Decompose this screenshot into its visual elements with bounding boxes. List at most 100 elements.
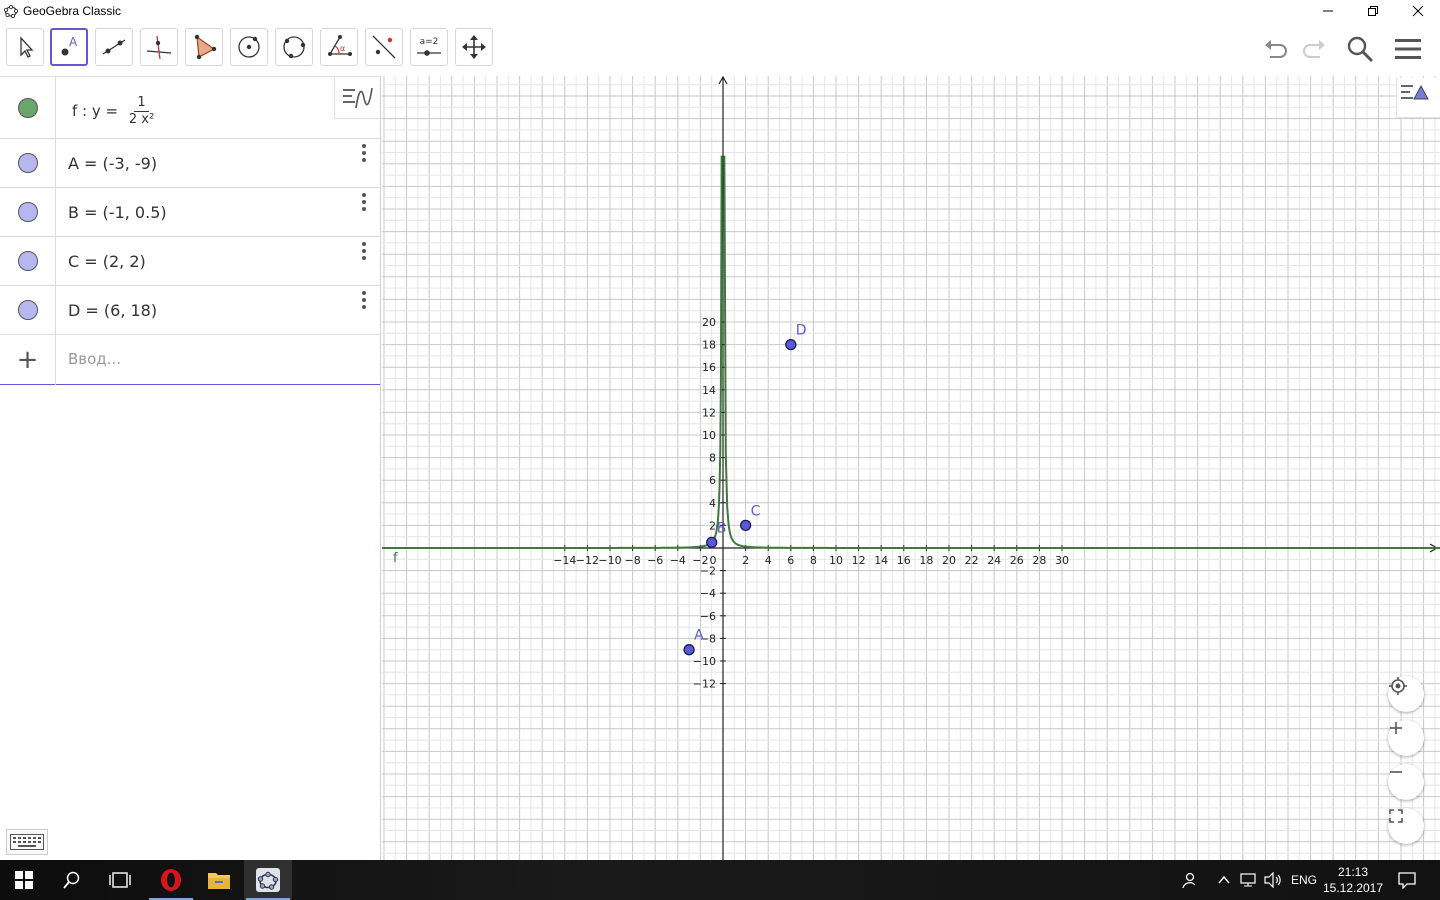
more-options-icon[interactable] xyxy=(356,141,372,165)
graphics-style-button[interactable] xyxy=(1396,78,1440,118)
algebra-row-point-c[interactable]: C = (2, 2) xyxy=(0,237,380,286)
algebra-row-function[interactable]: f : y = 1 2 x² xyxy=(0,77,380,139)
graphics-view[interactable]: −14 −12 −10 −8 −6 −4 −2 0 2 4 6 8 10 12 14 16 18 20 22 24 26… xyxy=(382,76,1440,860)
point-definition[interactable]: C = (2, 2) xyxy=(68,252,146,271)
reflect-tool-button[interactable] xyxy=(365,28,403,66)
title-bar: GeoGebra Classic xyxy=(0,0,1440,22)
y-tick-label: 12 xyxy=(702,406,716,419)
visibility-toggle[interactable] xyxy=(0,188,56,236)
clock-date: 15.12.2017 xyxy=(1322,881,1384,895)
close-button[interactable] xyxy=(1395,0,1440,22)
graphics-canvas[interactable]: −14 −12 −10 −8 −6 −4 −2 0 2 4 6 8 10 12 14 16 18 20 22 24 26… xyxy=(382,76,1440,860)
task-view-icon xyxy=(109,872,131,888)
visibility-toggle[interactable] xyxy=(0,286,56,334)
point-definition[interactable]: D = (6, 18) xyxy=(68,301,157,320)
zoom-out-button[interactable] xyxy=(1388,764,1424,800)
hamburger-menu-icon xyxy=(1395,39,1421,59)
undo-icon xyxy=(1265,40,1287,58)
zoom-out-icon xyxy=(1390,771,1402,773)
volume-button[interactable] xyxy=(1264,860,1282,900)
perpendicular-icon xyxy=(146,35,172,60)
angle-icon: α xyxy=(328,35,352,56)
geogebra-icon xyxy=(256,868,280,892)
visibility-toggle[interactable] xyxy=(0,77,56,138)
geogebra-app-icon xyxy=(4,4,18,18)
taskbar-opera[interactable] xyxy=(147,860,195,900)
function-marble[interactable] xyxy=(17,97,38,118)
angle-tool-button[interactable]: α xyxy=(320,28,358,66)
y-tick-label: 10 xyxy=(702,429,716,442)
svg-text:α: α xyxy=(340,44,345,53)
line-tool-button[interactable] xyxy=(95,28,133,66)
graphics-settings-icon xyxy=(1401,84,1429,100)
point-marble[interactable] xyxy=(17,300,38,320)
action-center-button[interactable] xyxy=(1398,860,1416,900)
more-options-icon[interactable] xyxy=(356,190,372,214)
input-field[interactable]: Ввод... xyxy=(68,350,121,368)
algebra-row-point-a[interactable]: A = (-3, -9) xyxy=(0,139,380,188)
point-marble[interactable] xyxy=(17,202,38,222)
function-prefix: f : y = xyxy=(72,102,119,120)
y-tick-label: −2 xyxy=(700,565,716,578)
function-definition[interactable]: f : y = 1 2 x² xyxy=(72,95,156,128)
minimize-button[interactable] xyxy=(1305,0,1350,22)
x-tick-label: −12 xyxy=(576,554,599,567)
point-a xyxy=(683,644,695,656)
standard-view-button[interactable] xyxy=(1388,676,1424,712)
point-tool-button[interactable]: A xyxy=(50,28,88,66)
perpendicular-line-tool-button[interactable] xyxy=(140,28,178,66)
x-tick-label: 16 xyxy=(897,554,911,567)
point-definition[interactable]: B = (-1, 0.5) xyxy=(68,203,167,222)
fullscreen-button[interactable] xyxy=(1388,808,1424,844)
y-tick-label: −6 xyxy=(700,610,716,623)
circle-center-point-tool-button[interactable] xyxy=(230,28,268,66)
point-marble[interactable] xyxy=(17,251,38,271)
task-view-button[interactable] xyxy=(96,860,144,900)
undo-button[interactable] xyxy=(1259,32,1293,66)
move-tool-button[interactable] xyxy=(6,28,44,66)
redo-icon xyxy=(1303,40,1325,58)
circle-center-icon xyxy=(238,36,260,58)
visibility-toggle[interactable] xyxy=(0,139,56,187)
circle-three-points-tool-button[interactable] xyxy=(275,28,313,66)
algebra-row-point-d[interactable]: D = (6, 18) xyxy=(0,286,380,335)
algebra-style-button[interactable] xyxy=(334,77,380,119)
more-options-icon[interactable] xyxy=(356,239,372,263)
start-button[interactable] xyxy=(0,860,48,900)
virtual-keyboard-button[interactable] xyxy=(6,829,48,855)
plus-icon[interactable]: + xyxy=(0,335,56,385)
search-button[interactable] xyxy=(1343,32,1377,66)
line-icon xyxy=(102,39,126,55)
slider-tool-button[interactable]: a=2 xyxy=(410,28,448,66)
x-tick-label: 20 xyxy=(942,554,956,567)
x-tick-label: 14 xyxy=(874,554,888,567)
polygon-tool-button[interactable] xyxy=(185,28,223,66)
more-options-icon[interactable] xyxy=(356,288,372,312)
zoom-in-button[interactable] xyxy=(1388,720,1424,756)
algebra-row-point-b[interactable]: B = (-1, 0.5) xyxy=(0,188,380,237)
point-marble[interactable] xyxy=(17,153,38,173)
x-tick-label: −6 xyxy=(647,554,663,567)
point-definition[interactable]: A = (-3, -9) xyxy=(68,154,157,173)
taskbar-search-button[interactable] xyxy=(48,860,96,900)
restore-button[interactable] xyxy=(1350,0,1395,22)
algebra-view: f : y = 1 2 x² A = (-3, -9) B = (-1, 0.5… xyxy=(0,76,381,860)
main-menu-button[interactable] xyxy=(1391,32,1425,66)
input-bar[interactable]: + Ввод... xyxy=(0,335,380,385)
taskbar-file-explorer[interactable] xyxy=(195,860,243,900)
y-tick-label: 16 xyxy=(702,361,716,374)
input-language[interactable]: ENG xyxy=(1291,860,1317,900)
restore-icon xyxy=(1367,6,1378,16)
network-button[interactable] xyxy=(1240,860,1258,900)
move-graphics-view-tool-button[interactable] xyxy=(455,28,493,66)
x-tick-label: 4 xyxy=(765,554,772,567)
algebra-settings-icon xyxy=(342,87,373,108)
redo-button[interactable] xyxy=(1297,32,1331,66)
y-tick-label: −10 xyxy=(693,655,716,668)
people-button[interactable] xyxy=(1180,860,1198,900)
taskbar-geogebra[interactable] xyxy=(244,860,292,900)
visibility-toggle[interactable] xyxy=(0,237,56,285)
function-label: f xyxy=(393,551,398,566)
show-hidden-icons-button[interactable] xyxy=(1217,860,1231,900)
clock[interactable]: 21:13 15.12.2017 xyxy=(1318,864,1388,896)
